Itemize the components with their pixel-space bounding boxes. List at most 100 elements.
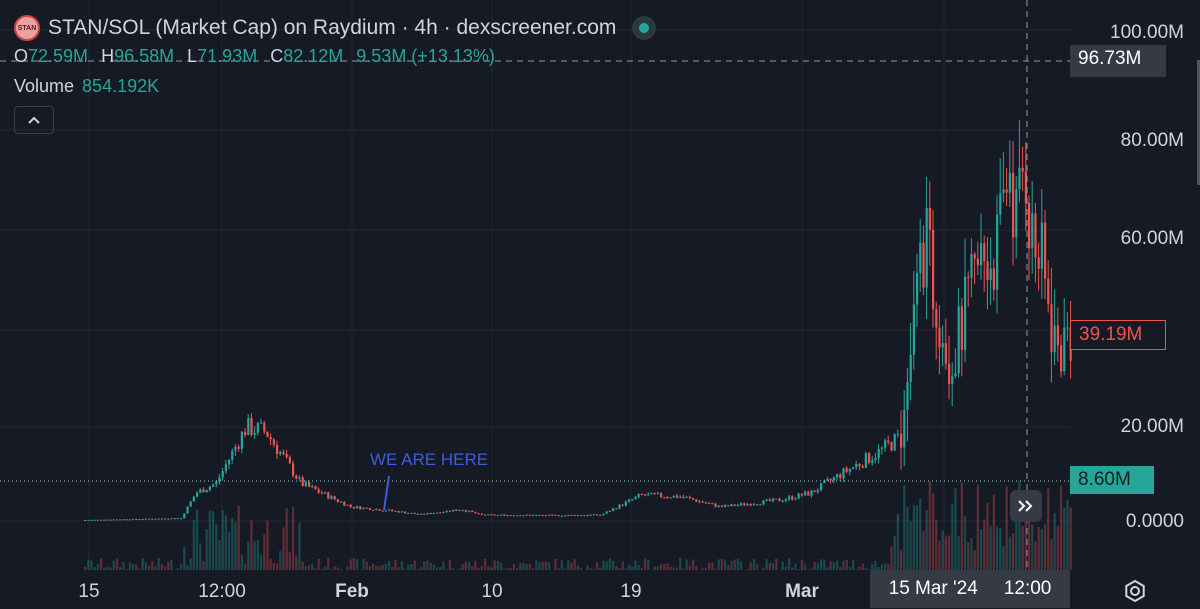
volume-bar [196, 509, 199, 570]
candle-body [727, 505, 730, 507]
volume-bar [484, 558, 487, 570]
volume-legend: Volume 854.192K [14, 76, 159, 97]
volume-bar [653, 566, 656, 570]
volume-bar [356, 559, 359, 570]
price-tick-20m: 20.00M [1120, 416, 1184, 437]
volume-bar [506, 568, 509, 570]
candle-body [736, 505, 739, 507]
volume-bar [832, 562, 835, 570]
volume-bar [800, 560, 803, 570]
candle-body [256, 423, 259, 433]
candle-body [660, 493, 663, 498]
volume-bar [426, 560, 429, 570]
volume-bar [612, 560, 615, 570]
volume-bar [1012, 532, 1015, 570]
candle-body [346, 504, 349, 506]
volume-bar [589, 568, 592, 570]
volume-bar [487, 566, 490, 570]
candle-body [282, 452, 285, 455]
time-tick-feb: Feb [335, 581, 369, 602]
volume-bar [378, 566, 381, 570]
volume-bar [333, 566, 336, 570]
volume-bar [535, 560, 538, 570]
candle-body [160, 518, 163, 520]
volume-bar [394, 559, 397, 570]
candle-body [512, 515, 515, 517]
volume-bar [480, 565, 483, 570]
candle-body [698, 501, 701, 503]
volume-bar [666, 563, 669, 570]
candle-body [573, 515, 576, 517]
candle-body [186, 506, 189, 514]
candle-body [1021, 167, 1024, 172]
crosshair-date: 15 Mar '24 [888, 578, 978, 599]
candle-body [266, 431, 269, 438]
volume-bar [388, 561, 391, 570]
candle-body [752, 504, 755, 506]
volume-bar [125, 568, 128, 570]
volume-bar [500, 562, 503, 570]
volume-bar [570, 562, 573, 570]
candle-body [695, 499, 698, 502]
volume-bar [352, 558, 355, 570]
volume-bar [1047, 488, 1050, 570]
volume-bar [596, 562, 599, 570]
candle-body [756, 504, 759, 506]
volume-bar [928, 481, 931, 570]
scroll-to-realtime-button[interactable] [1010, 490, 1042, 522]
volume-bar [436, 567, 439, 570]
candle-body [144, 518, 147, 520]
volume-bar [1008, 536, 1011, 570]
volume-bar [631, 566, 634, 570]
volume-bar [420, 567, 423, 570]
volume-bar [996, 526, 999, 570]
volume-bar [458, 568, 461, 570]
volume-bar [720, 558, 723, 570]
candle-body [336, 499, 339, 502]
candle-body [1066, 327, 1069, 329]
candle-body [621, 504, 624, 506]
volume-bar [608, 558, 611, 570]
candle-body [250, 418, 253, 435]
open-label: O [14, 46, 29, 66]
candle-body [967, 276, 970, 278]
volume-bar [922, 531, 925, 570]
candle-body [349, 504, 352, 507]
volume-bar [1005, 486, 1008, 570]
volume-bar [452, 567, 455, 570]
volume-bar [285, 508, 288, 570]
volume-bar [247, 541, 250, 570]
volume-bar [983, 519, 986, 570]
volume-bar [576, 565, 579, 570]
candle-body [797, 493, 800, 499]
volume-bar [468, 562, 471, 570]
volume-bar [717, 559, 720, 570]
volume-bar [442, 561, 445, 570]
candle-body [580, 515, 583, 517]
candle-body [464, 510, 467, 512]
volume-label: Volume [14, 76, 75, 96]
collapse-legend-button[interactable] [14, 106, 54, 134]
candle-body [87, 519, 90, 521]
volume-bar [1002, 545, 1005, 570]
volume-bar [640, 567, 643, 570]
candle-body [1002, 189, 1005, 194]
volume-bar [314, 568, 317, 570]
volume-bar [205, 528, 208, 570]
candle-body [199, 489, 202, 493]
candle-body [765, 499, 768, 501]
settings-icon[interactable] [1122, 578, 1148, 604]
volume-bar [397, 567, 400, 570]
crosshair-time: 12:00 [1003, 578, 1052, 599]
candle-body [973, 253, 976, 259]
volume-bar [586, 565, 589, 570]
volume-bar [410, 564, 413, 570]
volume-bar [951, 503, 954, 570]
time-tick-19: 19 [620, 581, 642, 602]
candle-body [704, 502, 707, 504]
candle-body [848, 468, 851, 472]
candle-body [749, 503, 752, 506]
volume-bar [212, 511, 215, 570]
volume-bar [301, 561, 304, 570]
reference-price-badge: 8.60M [1070, 466, 1154, 494]
